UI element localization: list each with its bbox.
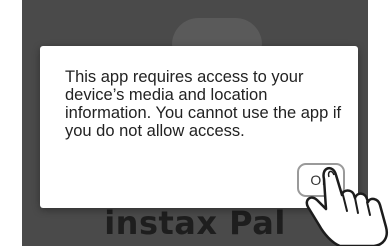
- screenshot-frame: instax Pal This app requires access to y…: [0, 0, 390, 246]
- tapping-hand-icon: [305, 167, 388, 246]
- dialog-message: This app requires access to your device’…: [65, 68, 342, 140]
- background-device-shape: [172, 18, 262, 48]
